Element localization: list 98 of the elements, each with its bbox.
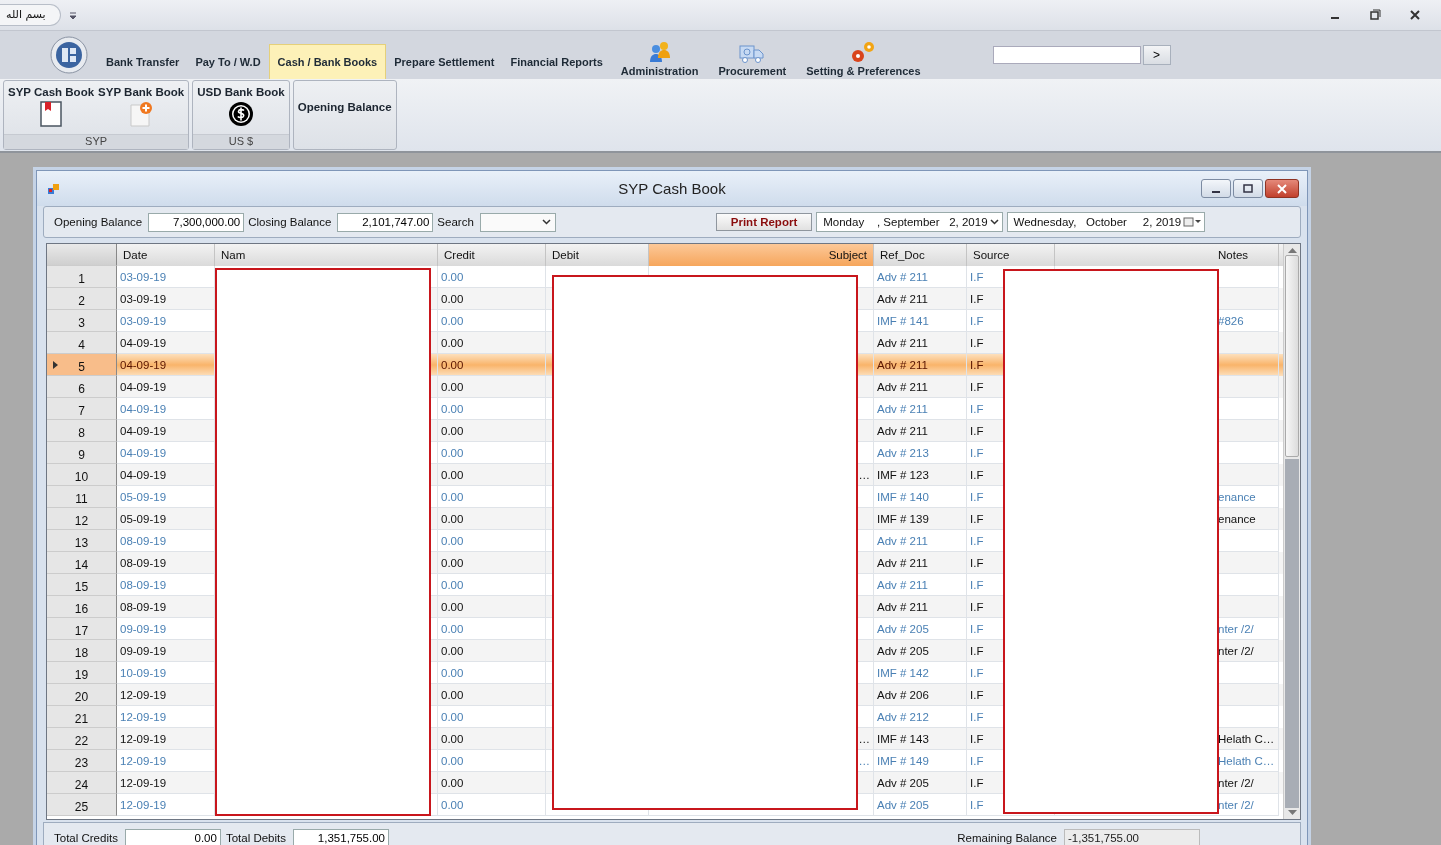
- row-header[interactable]: 18: [47, 640, 117, 662]
- field-label: Total Credits: [54, 832, 118, 844]
- row-header[interactable]: 10: [47, 464, 117, 486]
- ribbon-tab[interactable]: Prepare Settlement: [386, 45, 503, 79]
- table-cell: …: [858, 469, 870, 481]
- row-header[interactable]: 8: [47, 420, 117, 442]
- ribbon-tab[interactable]: Financial Reports: [502, 45, 611, 79]
- gears-icon: [850, 40, 877, 64]
- row-header[interactable]: 9: [47, 442, 117, 464]
- table-cell: nter /2/: [1218, 799, 1254, 811]
- total-credits-field[interactable]: 0.00: [124, 828, 221, 845]
- window-title: SYP Cash Book: [618, 180, 726, 197]
- scroll-thumb[interactable]: [1285, 255, 1299, 457]
- row-header[interactable]: 1: [47, 266, 117, 288]
- field-label: Search: [437, 216, 474, 228]
- corner-header: [47, 244, 117, 266]
- table-cell: nter /2/: [1218, 623, 1254, 635]
- restore-icon[interactable]: [1369, 9, 1381, 21]
- app-icon: [47, 181, 61, 196]
- row-header[interactable]: 20: [47, 684, 117, 706]
- dollar-icon: [227, 101, 254, 127]
- table-cell: Helath C…: [1218, 755, 1275, 767]
- ribbon-button[interactable]: USD Bank Book: [197, 81, 285, 134]
- row-header[interactable]: 2: [47, 288, 117, 310]
- column-header[interactable]: Subject: [649, 244, 874, 266]
- row-header[interactable]: 15: [47, 574, 117, 596]
- caret-icon: [989, 219, 999, 225]
- row-header[interactable]: 6: [47, 376, 117, 398]
- go-button[interactable]: >: [1142, 45, 1171, 65]
- caret-icon: [541, 219, 551, 225]
- minimize-button[interactable]: [1201, 179, 1231, 198]
- row-header[interactable]: 25: [47, 794, 117, 816]
- row-header[interactable]: 11: [47, 486, 117, 508]
- quick-access-button[interactable]: بسم الله: [0, 4, 61, 26]
- table-cell: …: [858, 733, 870, 745]
- table-cell: nter /2/: [1218, 777, 1254, 789]
- ribbon-tab[interactable]: Administration: [610, 40, 709, 79]
- total-debits-field[interactable]: 1,351,755.00: [293, 828, 389, 845]
- ribbon-tab[interactable]: Cash / Bank Books: [268, 44, 387, 79]
- calendar-icon: [1183, 217, 1202, 227]
- ribbon-button[interactable]: SYP Bank Book: [98, 81, 185, 134]
- row-header[interactable]: 21: [47, 706, 117, 728]
- opening-balance-field[interactable]: 7,300,000.00: [148, 212, 245, 232]
- group-caption: US $: [193, 134, 289, 149]
- remaining-balance-field[interactable]: -1,351,755.00: [1064, 828, 1200, 845]
- row-header[interactable]: 17: [47, 618, 117, 640]
- table-cell: …: [858, 755, 870, 767]
- table-cell: Helath C…: [1218, 733, 1275, 745]
- ribbon-tab[interactable]: Setting & Preferences: [796, 40, 931, 79]
- maximize-button[interactable]: [1233, 179, 1263, 198]
- book-icon: [40, 101, 63, 127]
- row-header[interactable]: 22: [47, 728, 117, 750]
- scrollbar[interactable]: [1283, 244, 1300, 819]
- app-menu-icon[interactable]: [50, 36, 88, 74]
- table-cell: nter /2/: [1218, 645, 1254, 657]
- search-field[interactable]: [992, 46, 1141, 64]
- row-header[interactable]: 12: [47, 508, 117, 530]
- date-picker[interactable]: Wednesday, October 2, 2019: [1006, 212, 1206, 232]
- close-icon[interactable]: [1409, 9, 1421, 21]
- row-header[interactable]: 13: [47, 530, 117, 552]
- maximize-icon: [1243, 183, 1253, 194]
- truck-icon: [739, 44, 766, 64]
- scroll-up-icon[interactable]: [1287, 247, 1297, 253]
- group-caption: SYP: [4, 134, 189, 149]
- table-cell: Adv # 205: [874, 794, 967, 816]
- print-report-button[interactable]: Print Report: [715, 213, 813, 231]
- close-button[interactable]: [1265, 179, 1299, 198]
- document-add-icon: [129, 101, 154, 127]
- scroll-down-icon[interactable]: [1287, 810, 1297, 816]
- closing-balance-field[interactable]: 2,101,747.00: [337, 212, 434, 232]
- row-header[interactable]: 14: [47, 552, 117, 574]
- field-label: Closing Balance: [248, 216, 332, 228]
- ribbon-tab[interactable]: Procurement: [708, 44, 797, 79]
- close-icon: [1277, 183, 1287, 194]
- row-header[interactable]: 5: [47, 354, 117, 376]
- table-cell: 0.00: [438, 794, 546, 816]
- ribbon-tab[interactable]: Pay To / W.D: [187, 45, 269, 79]
- minimize-icon: [1212, 190, 1220, 193]
- table-cell: #826: [1218, 315, 1244, 327]
- field-label: Opening Balance: [54, 216, 143, 228]
- caret-icon[interactable]: [68, 11, 77, 19]
- row-header[interactable]: 3: [47, 310, 117, 332]
- people-icon: [647, 40, 672, 64]
- table-cell: enance: [1218, 513, 1256, 525]
- ribbon-button[interactable]: SYP Cash Book: [8, 81, 95, 134]
- row-header[interactable]: 4: [47, 332, 117, 354]
- ribbon-button[interactable]: Opening Balance: [297, 81, 392, 149]
- date-picker[interactable]: Monday , September 2, 2019: [816, 212, 1003, 232]
- row-header[interactable]: 16: [47, 596, 117, 618]
- row-header[interactable]: 23: [47, 750, 117, 772]
- row-header[interactable]: 19: [47, 662, 117, 684]
- row-header[interactable]: 24: [47, 772, 117, 794]
- table-cell: enance: [1218, 491, 1256, 503]
- ribbon-tab[interactable]: Bank Transfer: [98, 45, 188, 79]
- field-label: Remaining Balance: [957, 832, 1057, 844]
- current-row-icon: [53, 361, 58, 369]
- field-label: Total Debits: [225, 832, 286, 844]
- row-header[interactable]: 7: [47, 398, 117, 420]
